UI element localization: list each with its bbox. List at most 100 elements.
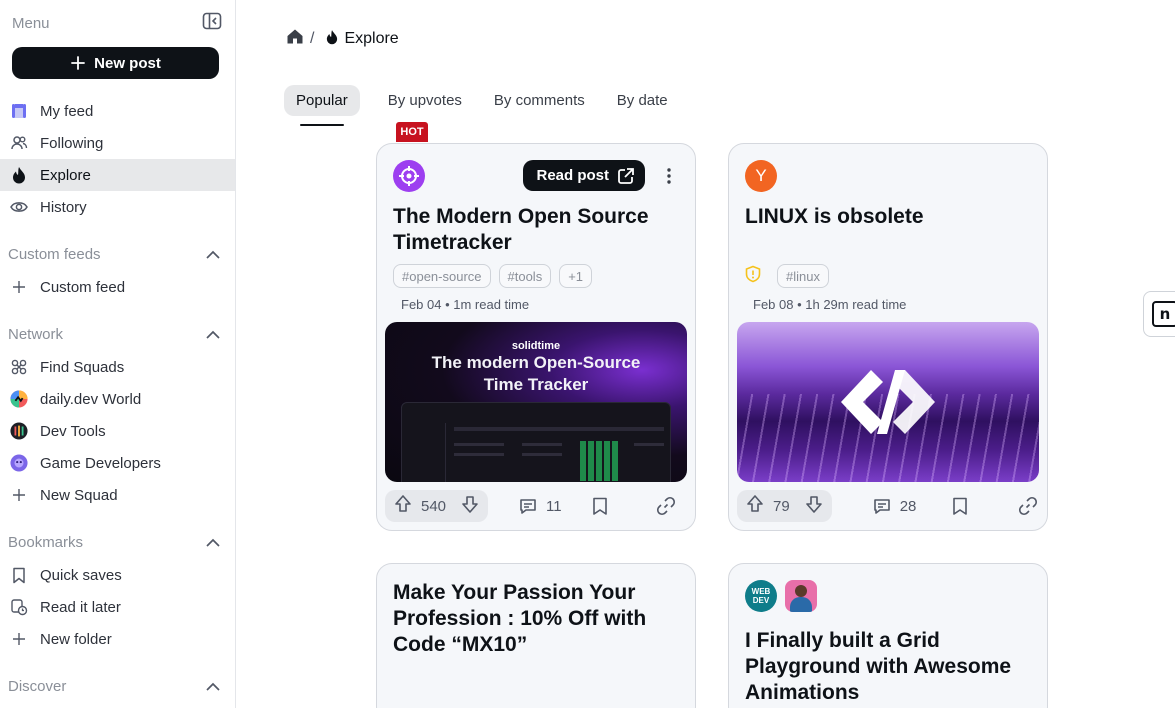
tag-chip[interactable]: #open-source [393,264,491,288]
my-feed-icon [10,102,28,120]
sidebar: Menu New post My feed Following Explore … [0,0,236,708]
chevron-up-icon [206,330,220,339]
new-post-label: New post [94,54,161,72]
tab-by-comments[interactable]: By comments [482,85,597,116]
downvote-icon[interactable] [460,494,480,518]
flame-icon [10,166,28,184]
tab-by-upvotes[interactable]: By upvotes [376,85,474,116]
sidebar-item-game-developers[interactable]: Game Developers [0,447,235,479]
post-title[interactable]: I Finally built a Grid Playground with A… [745,628,1023,706]
sidebar-item-label: New Squad [40,486,118,504]
sidebar-item-dev-tools[interactable]: Dev Tools [0,415,235,447]
external-link-icon [618,167,634,184]
comment-count: 28 [899,497,917,515]
squads-icon [10,358,28,376]
daily-world-icon [10,390,28,408]
sidebar-item-find-squads[interactable]: Find Squads [0,351,235,383]
eye-icon [10,198,28,216]
copy-link-button[interactable] [1018,496,1038,516]
sidebar-item-label: Game Developers [40,454,161,472]
shield-alert-icon [745,265,761,288]
sidebar-item-quick-saves[interactable]: Quick saves [0,559,235,591]
breadcrumb-separator: / [310,30,315,47]
thumb-app-preview [401,402,671,482]
bookmark-button[interactable] [952,497,968,516]
post-title[interactable]: Make Your Passion Your Profession : 10% … [393,580,671,658]
post-thumbnail[interactable]: solidtime The modern Open-Source Time Tr… [385,322,687,482]
sidebar-item-history[interactable]: History [0,191,235,223]
sidebar-item-explore[interactable]: Explore [0,159,235,191]
more-options-icon[interactable] [659,164,679,188]
custom-feeds-section-header[interactable]: Custom feeds [8,243,220,265]
post-title[interactable]: LINUX is obsolete [745,204,1023,230]
source-avatar[interactable]: WEB DEV [745,580,777,612]
dev-tools-icon [10,422,28,440]
comments-button[interactable]: 28 [872,496,917,516]
sidebar-item-following[interactable]: Following [0,127,235,159]
link-icon [656,496,675,516]
crosshair-icon [399,166,419,186]
sidebar-item-label: daily.dev World [40,390,142,408]
sidebar-item-label: Find Squads [40,358,125,376]
sidebar-item-label: Explore [40,166,91,184]
tab-popular[interactable]: Popular [284,85,360,126]
following-icon [10,134,28,152]
sidebar-item-new-squad[interactable]: New Squad [0,479,235,511]
tag-row: #linux [745,264,829,288]
sidebar-item-my-feed[interactable]: My feed [0,95,235,127]
read-later-icon [10,598,28,616]
upvote-count: 79 [773,497,790,515]
source-avatar[interactable] [393,160,425,192]
post-card[interactable]: Make Your Passion Your Profession : 10% … [376,563,696,708]
menu-header: Menu [12,12,222,35]
upvote-icon[interactable] [745,494,765,518]
post-thumbnail[interactable] [737,322,1039,482]
chevron-up-icon [206,682,220,691]
source-avatar[interactable]: Y [745,160,777,192]
chevron-up-icon [206,250,220,259]
tab-by-date[interactable]: By date [605,85,680,116]
bookmark-icon [592,497,607,515]
new-post-button[interactable]: New post [12,47,219,79]
post-actions: 540 11 [385,490,689,522]
thumb-brand: solidtime [511,340,561,352]
side-widget[interactable]: n [1143,291,1175,337]
post-actions: 79 28 [737,490,1041,522]
tag-chip[interactable]: #tools [498,264,552,288]
read-post-button[interactable]: Read post [523,160,645,191]
comment-icon [520,499,536,514]
discover-section-header[interactable]: Discover [8,675,220,697]
game-developers-icon [10,454,28,472]
menu-title: Menu [12,14,50,32]
tag-row: #open-source #tools +1 [393,264,593,288]
downvote-icon[interactable] [804,494,824,518]
comment-count: 11 [546,497,562,515]
tag-chip-more[interactable]: +1 [559,264,593,288]
post-card[interactable]: Y LINUX is obsolete #linux Feb 08 • 1h 2… [728,143,1048,531]
bookmarks-section-header[interactable]: Bookmarks [8,531,220,553]
sidebar-item-label: Quick saves [40,566,122,584]
notion-logo-icon: n [1152,301,1175,327]
collapse-sidebar-icon[interactable] [202,12,222,35]
sidebar-item-custom-feed[interactable]: Custom feed [0,271,235,303]
post-card[interactable]: WEB DEV I Finally built a Grid Playgroun… [728,563,1048,708]
thumb-headline: The modern Open-Source Time Tracker [385,352,687,396]
link-icon [1019,496,1038,516]
plus-icon [10,486,28,504]
author-avatar[interactable] [785,580,817,612]
post-title[interactable]: The Modern Open Source Timetracker [393,204,671,256]
home-icon[interactable] [286,28,304,50]
plus-icon [10,278,28,296]
network-section-header[interactable]: Network [8,323,220,345]
bookmark-button[interactable] [592,497,608,516]
section-title: Custom feeds [8,245,101,263]
post-card[interactable]: Read post The Modern Open Source Timetra… [376,143,696,531]
tag-chip[interactable]: #linux [777,264,829,288]
upvote-icon[interactable] [393,494,413,518]
comments-button[interactable]: 11 [518,496,562,516]
thumb-headline-line: Time Tracker [483,375,589,394]
sidebar-item-new-folder[interactable]: New folder [0,623,235,655]
sidebar-item-read-it-later[interactable]: Read it later [0,591,235,623]
copy-link-button[interactable] [656,496,676,516]
sidebar-item-daily-dev-world[interactable]: daily.dev World [0,383,235,415]
